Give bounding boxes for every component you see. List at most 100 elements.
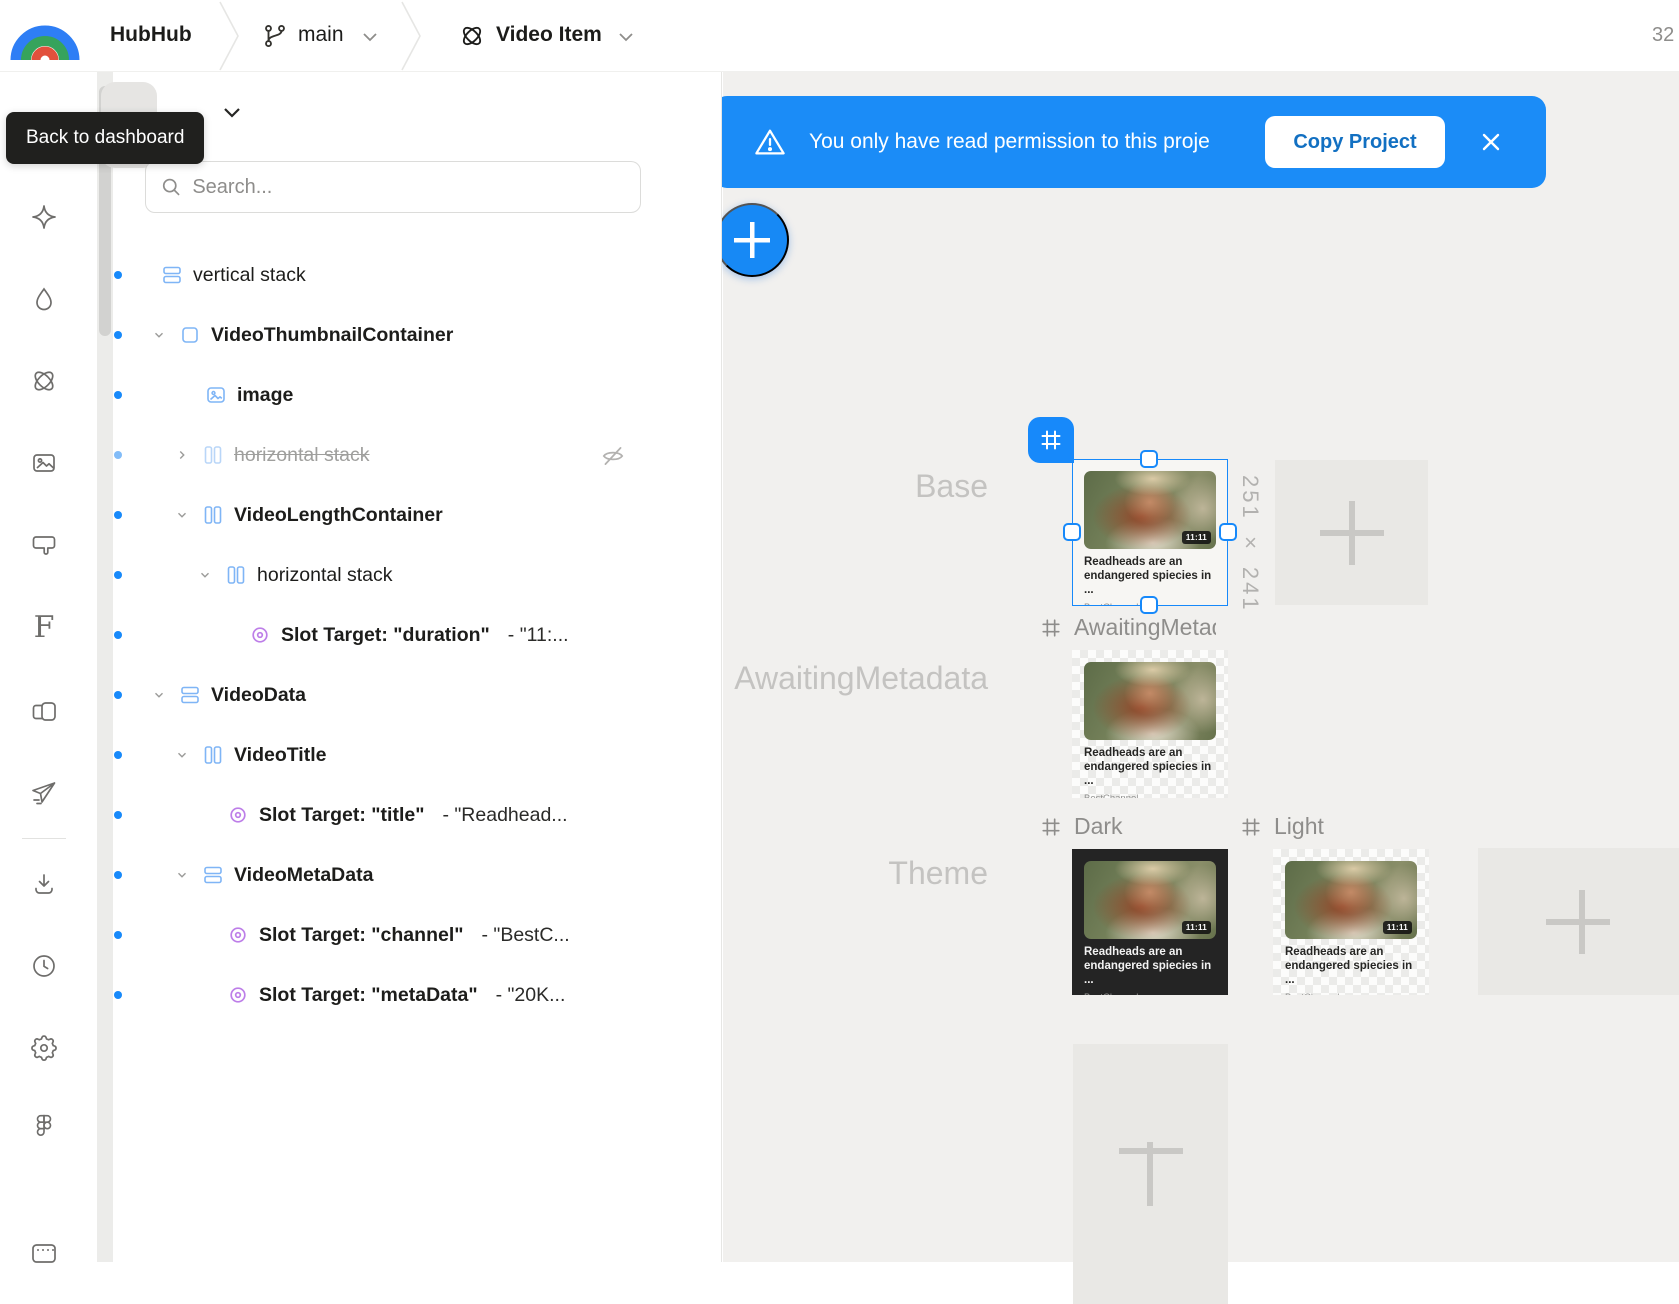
image-icon	[204, 383, 228, 407]
layer-row-videothumbnailcontainer[interactable]: VideoThumbnailContainer	[0, 305, 722, 365]
layer-row-vertical-stack[interactable]: vertical stack	[0, 245, 722, 305]
read-permission-banner: You only have read permission to this pr…	[713, 96, 1546, 188]
slot-target-icon	[248, 623, 272, 647]
copy-project-button[interactable]: Copy Project	[1265, 116, 1445, 168]
chevron-down-icon[interactable]	[362, 31, 378, 43]
layer-row-horizontal-stack[interactable]: horizontal stack	[0, 545, 722, 605]
topbar: HubHub main Video Item 32	[0, 0, 1679, 72]
video-title: Readheads are anendangered spiecies in .…	[1084, 746, 1216, 788]
layer-row-slot-duration[interactable]: Slot Target: "duration" - "11:...	[0, 605, 722, 665]
frame-caption-text: AwaitingMetadata	[1074, 614, 1216, 641]
breadcrumb-branch[interactable]: main	[298, 23, 344, 47]
git-branch-icon	[262, 23, 288, 54]
layer-row-horizontal-stack-hidden[interactable]: horizontal stack	[0, 425, 722, 485]
horizontal-stack-icon	[201, 503, 225, 527]
variant-card-light[interactable]: 11:11 Readheads are anendangered spiecie…	[1273, 849, 1429, 995]
app-logo[interactable]	[10, 7, 80, 70]
layer-row-videometadata[interactable]: VideoMetaData	[0, 845, 722, 905]
breadcrumb-app[interactable]: HubHub	[110, 23, 192, 47]
layer-label: Slot Target: "channel"	[259, 924, 463, 947]
chevron-down-icon[interactable]	[152, 328, 178, 342]
frame-caption-awaitingmetadata[interactable]: AwaitingMetadata	[1040, 614, 1216, 641]
search-icon	[160, 175, 182, 199]
visibility-off-icon[interactable]	[600, 443, 626, 474]
close-icon[interactable]	[1469, 120, 1513, 164]
add-variant-tile[interactable]	[1073, 1044, 1228, 1304]
chevron-down-icon[interactable]	[175, 868, 201, 882]
frame-badge-icon[interactable]	[1028, 417, 1074, 463]
resize-handle-bottom[interactable]	[1140, 596, 1158, 614]
canvas[interactable]: You only have read permission to this pr…	[723, 72, 1679, 1262]
frame-square-icon	[178, 323, 202, 347]
horizontal-stack-icon	[201, 743, 225, 767]
layer-row-videodata[interactable]: VideoData	[0, 665, 722, 725]
keyboard-icon[interactable]	[24, 1238, 64, 1278]
duration-badge: 11:11	[1383, 921, 1412, 934]
override-dot	[114, 391, 122, 399]
breadcrumb-separator	[400, 0, 426, 72]
figma-icon[interactable]	[24, 1106, 64, 1146]
chevron-down-icon[interactable]	[175, 748, 201, 762]
layer-row-slot-channel[interactable]: Slot Target: "channel" - "BestC...	[0, 905, 722, 965]
slot-value: - "Readhead...	[442, 804, 567, 827]
layer-label: Slot Target: "title"	[259, 804, 424, 827]
insert-sparkle-icon[interactable]	[24, 197, 64, 237]
frame-caption-dark[interactable]: Dark	[1040, 813, 1123, 840]
slot-target-icon	[226, 923, 250, 947]
override-dot	[114, 991, 122, 999]
layer-row-videotitle[interactable]: VideoTitle	[0, 725, 722, 785]
video-channel: BestChannel	[1084, 793, 1216, 798]
component-icon	[458, 22, 486, 55]
search-box	[145, 161, 641, 213]
chevron-down-icon[interactable]	[222, 106, 242, 120]
frame-caption-light[interactable]: Light	[1240, 813, 1324, 840]
breadcrumb-component[interactable]: Video Item	[496, 23, 602, 47]
layer-row-slot-title[interactable]: Slot Target: "title" - "Readhead...	[0, 785, 722, 845]
chevron-down-icon[interactable]	[175, 508, 201, 522]
layers-panel: F	[0, 72, 722, 1262]
override-dot	[114, 751, 122, 759]
chevron-down-icon[interactable]	[198, 568, 224, 582]
resize-handle-top[interactable]	[1140, 450, 1158, 468]
layer-label: image	[237, 384, 293, 407]
add-variant-tile[interactable]	[1275, 460, 1428, 605]
add-variant-tile[interactable]	[1478, 848, 1679, 995]
slot-value: - "11:...	[508, 624, 569, 647]
resize-handle-left[interactable]	[1063, 523, 1081, 541]
override-dot	[114, 691, 122, 699]
layer-label: VideoMetaData	[234, 864, 373, 887]
video-title: Readheads are anendangered spiecies in .…	[1084, 945, 1216, 987]
override-dot	[114, 451, 122, 459]
breadcrumb-separator	[218, 0, 244, 72]
variant-card-awaitingmetadata[interactable]: Readheads are anendangered spiecies in .…	[1072, 650, 1228, 798]
horizontal-stack-icon	[224, 563, 248, 587]
search-input[interactable]	[192, 176, 626, 199]
layer-row-image[interactable]: image	[0, 365, 722, 425]
tooltip: Back to dashboard	[6, 112, 204, 164]
video-thumbnail-image: 11:11	[1285, 861, 1417, 939]
frame-caption-text: Light	[1274, 813, 1324, 840]
frame-icon	[1240, 816, 1262, 838]
vertical-stack-icon	[178, 683, 202, 707]
add-button[interactable]	[715, 203, 789, 277]
chevron-right-icon[interactable]	[175, 448, 201, 462]
chevron-down-icon[interactable]	[618, 31, 634, 43]
video-channel: BestChannel	[1084, 992, 1216, 995]
frame-caption-text: Dark	[1074, 813, 1123, 840]
video-title: Readheads are anendangered spiecies in .…	[1285, 945, 1417, 987]
resize-handle-right[interactable]	[1219, 523, 1237, 541]
override-dot	[114, 871, 122, 879]
vertical-stack-icon	[160, 263, 184, 287]
layer-label: vertical stack	[193, 264, 306, 287]
chevron-down-icon[interactable]	[152, 688, 178, 702]
settings-gear-icon[interactable]	[24, 1028, 64, 1068]
canvas-row-label-base: Base	[915, 468, 988, 505]
override-dot	[114, 631, 122, 639]
variant-card-dark[interactable]: 11:11 Readheads are anendangered spiecie…	[1072, 849, 1228, 995]
layer-row-slot-metadata[interactable]: Slot Target: "metaData" - "20K...	[0, 965, 722, 1025]
tooltip-text: Back to dashboard	[26, 127, 184, 149]
selection-size-label: 251 × 241	[1237, 475, 1263, 613]
selection-outline	[1072, 459, 1228, 606]
layer-row-videolengthcontainer[interactable]: VideoLengthContainer	[0, 485, 722, 545]
warning-icon	[753, 125, 787, 159]
